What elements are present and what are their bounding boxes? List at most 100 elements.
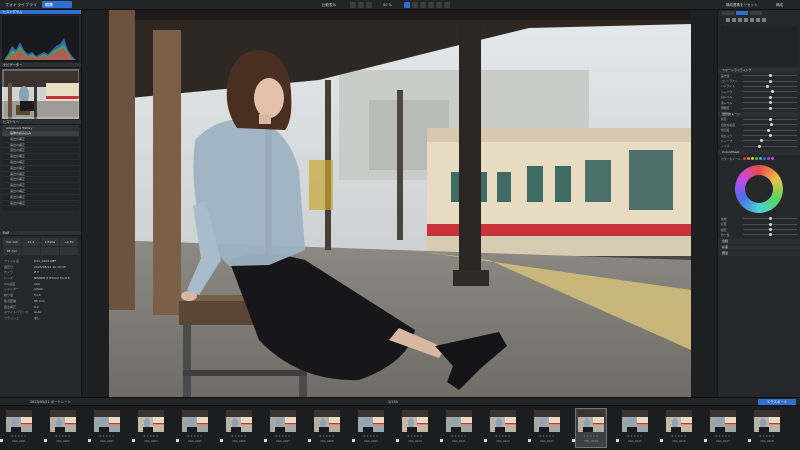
slider-knob[interactable] bbox=[768, 222, 772, 226]
slider-track[interactable] bbox=[743, 123, 797, 127]
select-checkbox[interactable] bbox=[396, 439, 399, 442]
swatch-orange[interactable] bbox=[747, 157, 750, 161]
swatch-blue[interactable] bbox=[763, 157, 766, 161]
rating-stars[interactable]: ★★★★★ bbox=[224, 434, 254, 438]
slider-track[interactable] bbox=[743, 79, 797, 83]
swatch-purple[interactable] bbox=[767, 157, 770, 161]
tool-icon[interactable] bbox=[756, 18, 760, 22]
slider-track[interactable] bbox=[743, 139, 797, 143]
swatch-aqua[interactable] bbox=[759, 157, 762, 161]
slider-knob[interactable] bbox=[757, 144, 761, 148]
filmstrip-thumbnail[interactable]: ★★★★★ DSC_0017 bbox=[708, 409, 738, 447]
swatch-red[interactable] bbox=[743, 157, 746, 161]
filmstrip-thumbnail[interactable]: ★★★★★ DSC_0016 bbox=[664, 409, 694, 447]
rating-stars[interactable]: ★★★★★ bbox=[444, 434, 474, 438]
adjust-slider[interactable]: ノイズ bbox=[718, 144, 800, 149]
select-checkbox[interactable] bbox=[748, 439, 751, 442]
slider-track[interactable] bbox=[743, 228, 797, 232]
select-checkbox[interactable] bbox=[440, 439, 443, 442]
filmstrip-thumbnail[interactable]: ★★★★★ DSC_0005 bbox=[180, 409, 210, 447]
heal-tool-button[interactable] bbox=[436, 2, 442, 8]
rating-stars[interactable]: ★★★★★ bbox=[532, 434, 562, 438]
rating-stars[interactable]: ★★★★★ bbox=[664, 434, 694, 438]
slider-knob[interactable] bbox=[768, 101, 772, 105]
histogram-header[interactable]: ヒストグラム bbox=[0, 10, 81, 15]
rating-stars[interactable]: ★★★★★ bbox=[4, 434, 34, 438]
select-checkbox[interactable] bbox=[220, 439, 223, 442]
rating-stars[interactable]: ★★★★★ bbox=[576, 434, 606, 438]
tool-icon[interactable] bbox=[750, 18, 754, 22]
slider-track[interactable] bbox=[743, 84, 797, 88]
select-checkbox[interactable] bbox=[616, 439, 619, 442]
section-hue[interactable]: 色相 bbox=[718, 238, 800, 244]
panel-tab[interactable] bbox=[750, 11, 762, 15]
filmstrip-thumbnail[interactable]: ★★★★★ DSC_0008 bbox=[312, 409, 342, 447]
slider-track[interactable] bbox=[743, 74, 797, 78]
color-wheel[interactable] bbox=[735, 165, 783, 214]
slider-track[interactable] bbox=[743, 222, 797, 226]
panel-tab[interactable] bbox=[722, 11, 734, 15]
tool-icon[interactable] bbox=[732, 18, 736, 22]
swatch-magenta[interactable] bbox=[771, 157, 774, 161]
select-checkbox[interactable] bbox=[308, 439, 311, 442]
slider-track[interactable] bbox=[743, 117, 797, 121]
slider-knob[interactable] bbox=[768, 106, 772, 110]
filmstrip-thumbnail[interactable]: ★★★★★ DSC_0011 bbox=[444, 409, 474, 447]
slider-knob[interactable] bbox=[760, 139, 764, 143]
eyedropper-tool-button[interactable] bbox=[444, 2, 450, 8]
select-checkbox[interactable] bbox=[704, 439, 707, 442]
select-checkbox[interactable] bbox=[660, 439, 663, 442]
export-button[interactable]: エクスポート bbox=[758, 399, 796, 405]
navigator-header[interactable]: ナビゲーター bbox=[0, 63, 81, 68]
filmstrip-thumbnail[interactable]: ★★★★★ DSC_0004 bbox=[136, 409, 166, 447]
select-checkbox[interactable] bbox=[132, 439, 135, 442]
slider-track[interactable] bbox=[743, 144, 797, 148]
rating-stars[interactable]: ★★★★★ bbox=[356, 434, 386, 438]
slider-track[interactable] bbox=[743, 95, 797, 99]
slider-knob[interactable] bbox=[765, 84, 769, 88]
select-checkbox[interactable] bbox=[176, 439, 179, 442]
swatch-yellow[interactable] bbox=[751, 157, 754, 161]
section-saturation[interactable]: 彩度 bbox=[718, 244, 800, 250]
swatch-green[interactable] bbox=[755, 157, 758, 161]
select-checkbox[interactable] bbox=[572, 439, 575, 442]
filmstrip-thumbnail[interactable]: ★★★★★ DSC_0003 bbox=[92, 409, 122, 447]
tool-icon[interactable] bbox=[726, 18, 730, 22]
filmstrip-thumbnail[interactable]: ★★★★★ DSC_0015 bbox=[620, 409, 650, 447]
filmstrip-thumbnail[interactable]: ★★★★★ DSC_0006 bbox=[224, 409, 254, 447]
section-luminance[interactable]: 輝度 bbox=[718, 250, 800, 256]
slider-knob[interactable] bbox=[768, 217, 772, 221]
filmstrip-thumbnail[interactable]: ★★★★★ DSC_0002 bbox=[48, 409, 78, 447]
rating-stars[interactable]: ★★★★★ bbox=[708, 434, 738, 438]
image-viewer[interactable] bbox=[109, 10, 691, 397]
slider-knob[interactable] bbox=[767, 128, 771, 132]
compare-view-button[interactable]: 比較表示 bbox=[322, 2, 336, 8]
select-checkbox[interactable] bbox=[484, 439, 487, 442]
tab-edit[interactable]: 編集 bbox=[42, 1, 72, 8]
slider-knob[interactable] bbox=[769, 123, 773, 127]
tool-icon[interactable] bbox=[744, 18, 748, 22]
filmstrip-thumbnail[interactable]: ★★★★★ DSC_0007 bbox=[268, 409, 298, 447]
rating-stars[interactable]: ★★★★★ bbox=[48, 434, 78, 438]
reset-components-button[interactable]: 構成要素をリセット bbox=[726, 2, 758, 8]
slider-track[interactable] bbox=[743, 90, 797, 94]
slider-knob[interactable] bbox=[768, 233, 772, 237]
rating-stars[interactable]: ★★★★★ bbox=[268, 434, 298, 438]
rating-stars[interactable]: ★★★★★ bbox=[752, 434, 782, 438]
slider-track[interactable] bbox=[743, 217, 797, 221]
rating-stars[interactable]: ★★★★★ bbox=[92, 434, 122, 438]
select-checkbox[interactable] bbox=[88, 439, 91, 442]
filmstrip-thumbnail[interactable]: ★★★★★ DSC_0013 bbox=[532, 409, 562, 447]
adjust-slider[interactable]: 明瞭度 bbox=[718, 105, 800, 110]
brush-tool-button[interactable] bbox=[420, 2, 426, 8]
panel-tab-active[interactable] bbox=[736, 11, 748, 15]
filmstrip-thumbnail[interactable]: ★★★★★ DSC_0010 bbox=[400, 409, 430, 447]
select-checkbox[interactable] bbox=[0, 439, 3, 442]
slider-track[interactable] bbox=[743, 128, 797, 132]
slider-track[interactable] bbox=[743, 106, 797, 110]
filmstrip-thumbnail[interactable]: ★★★★★ DSC_0018 bbox=[752, 409, 782, 447]
rating-stars[interactable]: ★★★★★ bbox=[180, 434, 210, 438]
tab-photo-library[interactable]: フォトライブラリ bbox=[2, 1, 40, 8]
slider-knob[interactable] bbox=[768, 117, 772, 121]
rotate-tool-button[interactable] bbox=[412, 2, 418, 8]
